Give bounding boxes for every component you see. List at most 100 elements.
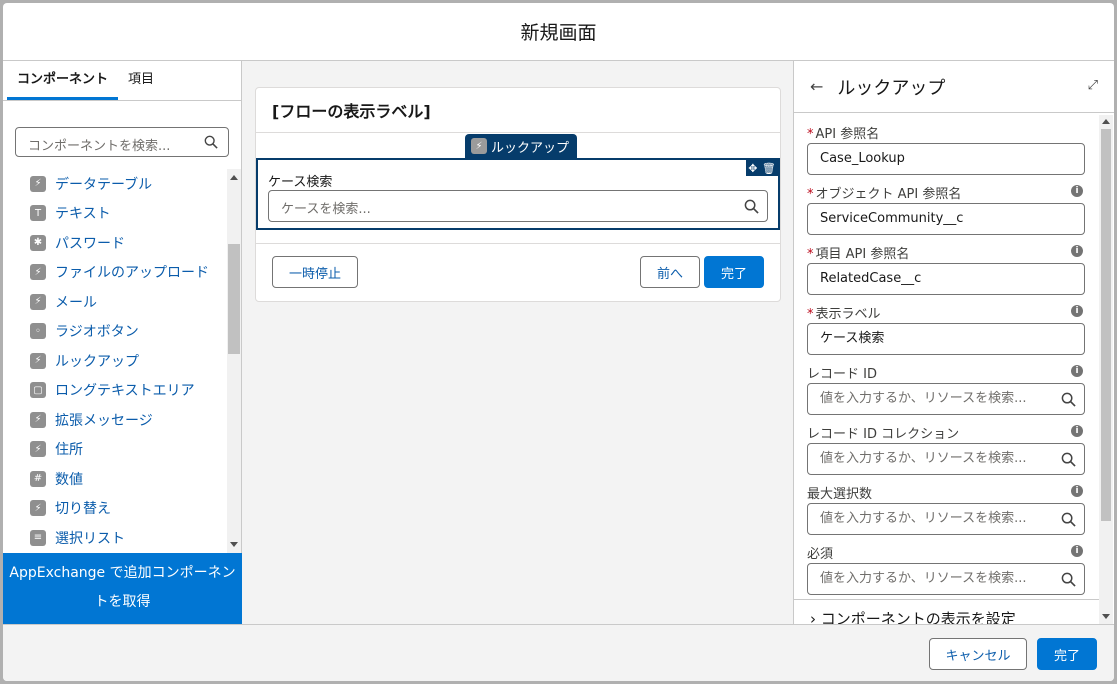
display-label-input[interactable]: ケース検索 — [807, 323, 1085, 355]
component-search-input[interactable]: コンポーネントを検索... — [15, 127, 229, 157]
screen-canvas: [フローの表示ラベル] ⚡ ルックアップ ✥ 🗑 ケース検索 ケースを検索...… — [255, 87, 781, 302]
record-id-collection-input[interactable]: 値を入力するか、リソースを検索... — [807, 443, 1085, 475]
info-icon[interactable]: i — [1071, 365, 1083, 377]
component-item-toggle[interactable]: ⚡ 切り替え — [3, 494, 241, 524]
expand-icon[interactable]: ⤢ — [1088, 78, 1098, 93]
component-item-address[interactable]: ⚡ 住所 — [3, 435, 241, 465]
bolt-icon: ⚡ — [30, 411, 46, 428]
bolt-icon: ⚡ — [30, 293, 46, 310]
info-icon[interactable]: i — [1071, 305, 1083, 317]
panel-tabs: コンポーネント 項目 — [3, 61, 241, 101]
bolt-icon: ⚡ — [30, 264, 46, 281]
text-icon: T — [30, 205, 46, 222]
record-id-label: レコード ID — [807, 367, 877, 382]
component-item-radio-buttons[interactable]: ◦ ラジオボタン — [3, 317, 241, 347]
record-id-collection-label: レコード ID コレクション — [807, 427, 960, 442]
selected-component-tag-label: ルックアップ — [491, 140, 570, 156]
new-screen-modal: 新規画面 コンポーネント 項目 コンポーネントを検索... ⚡ データテーブル T… — [3, 3, 1114, 681]
api-name-label: API 参照名 — [815, 127, 880, 142]
appexchange-line1: AppExchange で追加コンポーネン — [9, 565, 236, 581]
component-item-rich-message[interactable]: ⚡ 拡張メッセージ — [3, 405, 241, 435]
radio-icon: ◦ — [30, 323, 46, 340]
scroll-up-arrow-icon[interactable] — [1102, 119, 1110, 124]
search-icon — [744, 199, 759, 214]
lookup-component-preview[interactable]: ✥ 🗑 ケース検索 ケースを検索... — [256, 158, 780, 230]
component-item-lookup[interactable]: ⚡ ルックアップ — [3, 346, 241, 376]
search-placeholder: コンポーネントを検索... — [28, 139, 171, 154]
info-icon[interactable]: i — [1071, 185, 1083, 197]
section-link-label: コンポーネントの表示を設定 — [820, 610, 1016, 624]
properties-header: ← ルックアップ ⤢ — [794, 61, 1114, 113]
components-panel: コンポーネント 項目 コンポーネントを検索... ⚡ データテーブル T テキスト … — [3, 61, 242, 624]
move-icon[interactable]: ✥ — [748, 162, 757, 175]
info-icon[interactable]: i — [1071, 245, 1083, 257]
trash-icon[interactable]: 🗑 — [762, 162, 776, 175]
done-button[interactable]: 完了 — [1037, 638, 1097, 670]
case-search-input[interactable]: ケースを検索... — [268, 190, 768, 222]
password-icon: ✱ — [30, 234, 46, 251]
object-api-name-input[interactable]: ServiceCommunity__c — [807, 203, 1085, 235]
scroll-thumb[interactable] — [228, 244, 240, 354]
field-api-name-label: 項目 API 参照名 — [815, 247, 910, 262]
modal-title: 新規画面 — [3, 3, 1114, 61]
search-icon — [1061, 512, 1076, 527]
component-item-email[interactable]: ⚡ メール — [3, 287, 241, 317]
component-item-text[interactable]: T テキスト — [3, 199, 241, 229]
component-item-file-upload[interactable]: ⚡ ファイルのアップロード — [3, 258, 241, 288]
component-item-password[interactable]: ✱ パスワード — [3, 228, 241, 258]
required-label: 必須 — [807, 547, 834, 562]
api-name-field: * API 参照名 Case_Lookup — [807, 123, 1085, 175]
tab-components[interactable]: コンポーネント — [7, 60, 119, 100]
bolt-icon: ⚡ — [30, 441, 46, 458]
field-api-name-field: * 項目 API 参照名 i RelatedCase__c — [807, 243, 1085, 295]
component-tools: ✥ 🗑 — [746, 160, 778, 176]
tab-fields[interactable]: 項目 — [118, 60, 164, 100]
previous-button[interactable]: 前へ — [640, 256, 700, 288]
component-list: ⚡ データテーブル T テキスト ✱ パスワード ⚡ ファイルのアップロード ⚡ メール … — [3, 169, 241, 553]
info-icon[interactable]: i — [1071, 425, 1083, 437]
number-icon: # — [30, 470, 46, 487]
max-selections-label: 最大選択数 — [807, 487, 873, 502]
scroll-thumb[interactable] — [1101, 129, 1111, 521]
info-icon[interactable]: i — [1071, 485, 1083, 497]
max-selections-input[interactable]: 値を入力するか、リソースを検索... — [807, 503, 1085, 535]
required-input[interactable]: 値を入力するか、リソースを検索... — [807, 563, 1085, 595]
scroll-up-arrow-icon[interactable] — [230, 175, 238, 180]
cancel-button[interactable]: キャンセル — [929, 638, 1027, 670]
component-visibility-section[interactable]: › コンポーネントの表示を設定 — [794, 599, 1100, 624]
properties-scrollbar[interactable] — [1099, 115, 1113, 624]
component-item-picklist[interactable]: ≡ 選択リスト — [3, 523, 241, 553]
search-icon — [1061, 392, 1076, 407]
record-id-input[interactable]: 値を入力するか、リソースを検索... — [807, 383, 1085, 415]
object-api-name-field: * オブジェクト API 参照名 i ServiceCommunity__c — [807, 183, 1085, 235]
required-marker: * — [807, 247, 814, 262]
display-label-label: 表示ラベル — [815, 307, 881, 322]
modal-body: コンポーネント 項目 コンポーネントを検索... ⚡ データテーブル T テキスト … — [3, 61, 1114, 624]
field-api-name-input[interactable]: RelatedCase__c — [807, 263, 1085, 295]
required-marker: * — [807, 127, 814, 142]
scroll-down-arrow-icon[interactable] — [230, 542, 238, 547]
api-name-input[interactable]: Case_Lookup — [807, 143, 1085, 175]
appexchange-link[interactable]: AppExchange で追加コンポーネン トを取得 — [3, 553, 242, 624]
search-icon — [1061, 452, 1076, 467]
component-list-scrollbar[interactable] — [227, 169, 241, 553]
lookup-label: ケース検索 — [268, 175, 333, 190]
search-icon — [204, 135, 218, 149]
list-icon: ≡ — [30, 529, 46, 546]
properties-panel: ← ルックアップ ⤢ * API 参照名 Case_Lookup * オブジェクト … — [793, 61, 1114, 624]
scroll-down-arrow-icon[interactable] — [1102, 614, 1110, 619]
search-icon — [1061, 572, 1076, 587]
flow-navigation: 一時停止 前へ 完了 — [256, 243, 780, 301]
required-marker: * — [807, 307, 814, 322]
component-item-data-table[interactable]: ⚡ データテーブル — [3, 169, 241, 199]
component-item-long-text-area[interactable]: ▢ ロングテキストエリア — [3, 376, 241, 406]
chevron-right-icon: › — [810, 610, 816, 624]
finish-button[interactable]: 完了 — [704, 256, 764, 288]
selected-component-tag: ⚡ ルックアップ — [465, 134, 578, 158]
display-label-field: * 表示ラベル i ケース検索 — [807, 303, 1085, 355]
max-selections-field: 最大選択数 i 値を入力するか、リソースを検索... — [807, 483, 1085, 535]
back-arrow-icon[interactable]: ← — [810, 77, 823, 96]
pause-button[interactable]: 一時停止 — [272, 256, 358, 288]
component-item-number[interactable]: # 数値 — [3, 464, 241, 494]
info-icon[interactable]: i — [1071, 545, 1083, 557]
